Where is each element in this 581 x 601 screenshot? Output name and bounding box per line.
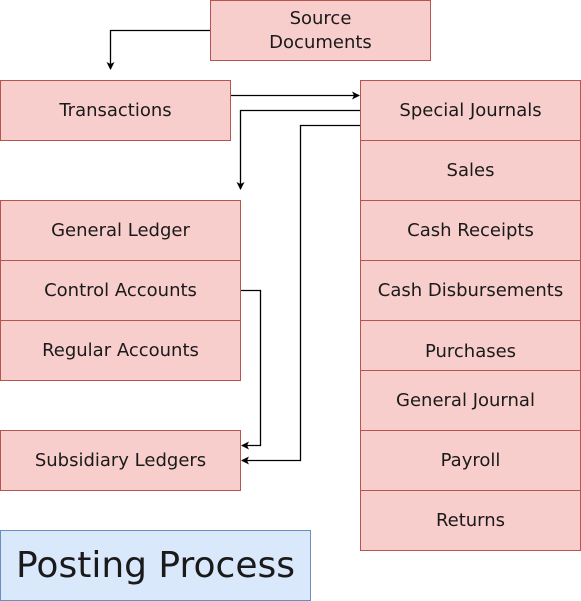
journal-cash-disbursements-label: Cash Disbursements: [377, 279, 564, 301]
journal-purchases-label: Purchases: [424, 340, 517, 362]
general-ledger-label: General Ledger: [51, 219, 190, 241]
posting-process-label: Posting Process: [16, 544, 295, 586]
journal-payroll-label: Payroll: [440, 449, 501, 471]
journal-sales-label: Sales: [446, 159, 495, 181]
transactions-box: Transactions: [0, 80, 231, 141]
arrow-source-to-transactions: [106, 29, 210, 70]
source-documents-label: Source Documents: [269, 7, 372, 53]
control-accounts-label: Control Accounts: [44, 279, 197, 301]
special-journals-label: Special Journals: [399, 99, 542, 121]
subsidiary-ledgers-label: Subsidiary Ledgers: [34, 449, 207, 471]
journal-cash-disbursements-box: Cash Disbursements: [360, 260, 581, 321]
arrow-control-accounts-to-subsidiary: [241, 289, 262, 450]
journal-cash-receipts-label: Cash Receipts: [407, 219, 534, 241]
journal-general-box: General Journal: [360, 370, 581, 431]
regular-accounts-label: Regular Accounts: [42, 339, 199, 361]
control-accounts-box: Control Accounts: [0, 260, 241, 321]
journal-cash-receipts-box: Cash Receipts: [360, 200, 581, 261]
transactions-label: Transactions: [59, 99, 172, 121]
journal-purchases-box: Purchases: [360, 320, 581, 371]
journal-returns-box: Returns: [360, 490, 581, 551]
journal-sales-box: Sales: [360, 140, 581, 201]
arrow-special-journals-to-general-ledger: [236, 109, 360, 190]
source-documents-box: Source Documents: [210, 0, 431, 61]
journal-general-label: General Journal: [396, 389, 535, 411]
subsidiary-ledgers-box: Subsidiary Ledgers: [0, 430, 241, 491]
regular-accounts-box: Regular Accounts: [0, 320, 241, 381]
special-journals-header: Special Journals: [360, 80, 581, 141]
posting-process-title: Posting Process: [0, 530, 311, 601]
journal-payroll-box: Payroll: [360, 430, 581, 491]
journal-returns-label: Returns: [435, 509, 506, 531]
arrow-special-journals-to-subsidiary: [241, 124, 360, 465]
general-ledger-header: General Ledger: [0, 200, 241, 261]
